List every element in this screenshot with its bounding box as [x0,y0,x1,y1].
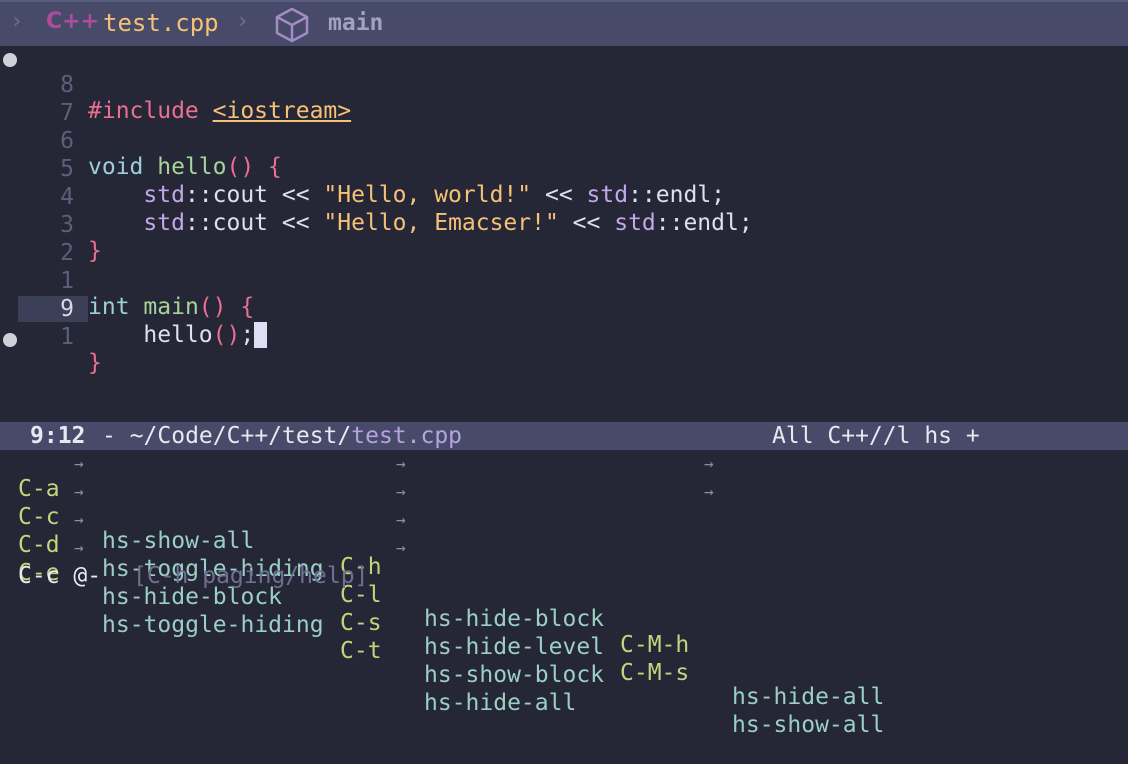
paging-hint: [C-h paging/help] [133,563,369,589]
code-line: 8 #include <iostream> [0,46,1128,124]
mode-info: All C++//l hs + [772,423,980,449]
arrow-right-icon: → [396,510,406,529]
current-line: 9 hello(); [0,270,1128,348]
code-line: 5 std::cout << "Hello, world!" << std::e… [0,130,1128,208]
keybinding-key: C-M-s [620,660,690,686]
arrow-right-icon: → [396,482,406,501]
code-line: 1 } [0,298,1128,376]
code-editor[interactable]: 8 #include <iostream> 7 6 void hello() {… [0,46,1128,422]
file-name[interactable]: test.cpp [103,9,219,37]
code-line: 6 void hello() { [0,102,1128,180]
keybinding-command[interactable]: hs-hide-all [732,684,884,710]
keybinding-command[interactable]: hs-show-block [424,662,604,688]
which-key-panel: C-a → hs-show-all C-h → hs-hide-block C-… [0,450,1128,738]
code-line: 2 [0,214,1128,266]
keybinding-key: C-M-h [620,632,690,658]
arrow-right-icon: → [74,510,84,529]
code-line: 4 std::cout << "Hello, Emacser!" << std:… [0,158,1128,236]
keybinding-command[interactable]: hs-hide-block [424,606,604,632]
code-line: 3 } [0,186,1128,264]
buffer-path: - ~/Code/C++/test/test.cpp [102,423,462,449]
arrow-right-icon: → [704,482,714,501]
arrow-right-icon: → [74,538,84,557]
chevron-right-icon: › [236,9,250,34]
cplusplus-icon: C++ [46,9,100,34]
chevron-right-icon: › [10,9,24,34]
key-prefix: C-c @- [18,563,102,589]
which-key-row: C-e → hs-toggle-hiding C-t → hs-hide-all [0,534,1128,716]
keybinding-command[interactable]: hs-hide-level [424,634,604,660]
arrow-right-icon: → [396,538,406,557]
code-line: 7 [0,74,1128,126]
arrow-right-icon: → [74,454,84,473]
arrow-right-icon: → [74,482,84,501]
which-key-row: C-a → hs-show-all C-h → hs-hide-block C-… [0,450,1128,710]
keybinding-command[interactable]: hs-show-all [732,712,884,738]
code-token: } [88,350,102,376]
keybinding-command[interactable]: hs-toggle-hiding [102,612,324,638]
which-key-row: C-c → hs-toggle-hiding C-l → hs-hide-lev… [0,478,1128,738]
cube-icon [274,6,310,50]
header-line: › C++ test.cpp › main [0,0,1128,46]
mode-line: 9:12 - ~/Code/C++/test/test.cpp All C++/… [0,422,1128,450]
which-key-row: C-d → hs-hide-block C-s → hs-show-block [0,506,1128,688]
arrow-right-icon: → [704,454,714,473]
keybinding-key: C-t [340,638,382,664]
keybinding-command[interactable]: hs-hide-all [424,690,576,716]
buffer-name: test.cpp [351,423,463,449]
branch-name[interactable]: main [328,10,383,36]
arrow-right-icon: → [396,454,406,473]
keybinding-key: C-s [340,610,382,636]
cursor-position: 9:12 [30,423,86,449]
code-line: 1 int main() { [0,242,1128,320]
path-prefix: - ~/Code/C++/test/ [102,423,352,449]
line-number: 1 [60,324,74,350]
echo-area: C-c @- [C-h paging/help] [0,562,1128,592]
